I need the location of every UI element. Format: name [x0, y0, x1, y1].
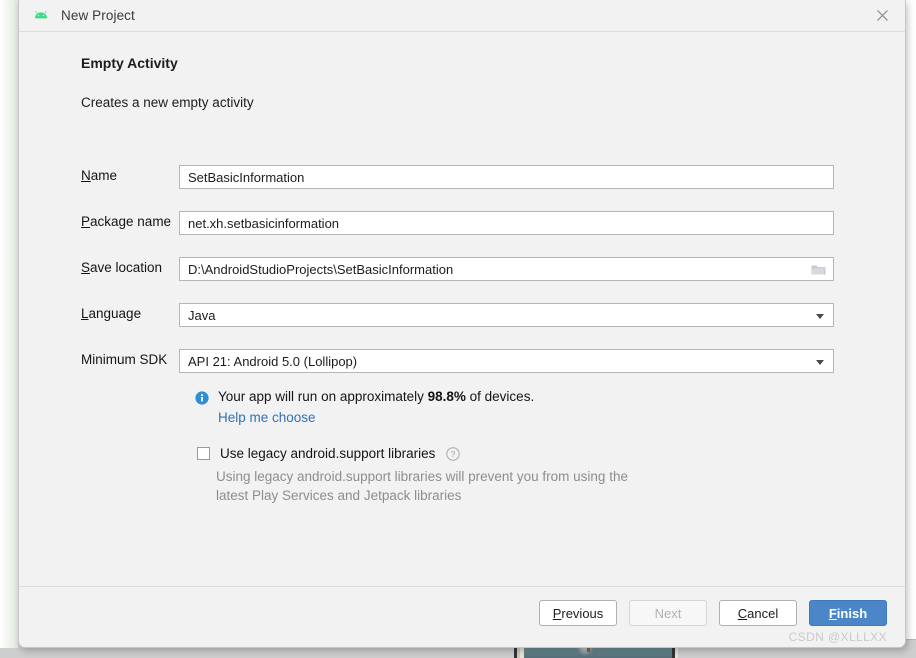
label-minimum-sdk: Minimum SDK	[81, 352, 168, 367]
cancel-button[interactable]: Cancel	[719, 600, 797, 626]
chevron-down-icon	[816, 314, 824, 319]
finish-button-label: inish	[836, 605, 868, 621]
legacy-libraries-row: Use legacy android.support libraries ?	[197, 446, 461, 461]
folder-browse-icon[interactable]	[811, 263, 826, 276]
svg-text:?: ?	[451, 449, 456, 459]
window-left-edge	[0, 0, 18, 648]
label-package-name-rest: ackage name	[90, 214, 172, 229]
previous-button-mnemonic: P	[552, 605, 562, 621]
dialog-footer: Previous Next Cancel Finish CSDN @XLLLXX	[19, 586, 905, 647]
close-icon[interactable]	[860, 0, 905, 30]
package-name-input-value: net.xh.setbasicinformation	[188, 216, 340, 231]
label-language: Language	[81, 306, 141, 321]
label-package-name: Package name	[81, 214, 171, 229]
device-percentage: 98.8%	[427, 389, 466, 404]
device-compatibility-info: Your app will run on approximately 98.8%…	[195, 389, 534, 405]
previous-button[interactable]: Previous	[539, 600, 617, 626]
language-dropdown-value: Java	[188, 308, 216, 323]
page-subtitle: Creates a new empty activity	[81, 95, 254, 110]
label-language-rest: anguage	[88, 306, 142, 321]
use-legacy-libraries-label: Use legacy android.support libraries	[220, 446, 436, 461]
field-row-package-name: Package name net.xh.setbasicinformation	[19, 211, 905, 235]
legacy-libraries-description: Using legacy android.support libraries w…	[216, 469, 628, 503]
dialog-title: New Project	[61, 8, 135, 23]
label-language-mnemonic: L	[81, 306, 89, 321]
finish-button-mnemonic: F	[828, 605, 837, 621]
next-button[interactable]: Next	[629, 600, 707, 626]
label-name-rest: ame	[90, 168, 118, 183]
dialog-titlebar: New Project	[19, 0, 905, 32]
info-icon	[195, 391, 209, 405]
android-robot-icon	[33, 8, 49, 24]
dialog-content: Empty Activity Creates a new empty activ…	[19, 32, 905, 618]
label-save-location: Save location	[81, 260, 162, 275]
device-compatibility-text: Your app will run on approximately 98.8%…	[218, 389, 534, 404]
package-name-input[interactable]: net.xh.setbasicinformation	[179, 211, 834, 235]
label-package-name-mnemonic: P	[81, 214, 91, 229]
field-row-minimum-sdk: Minimum SDK API 21: Android 5.0 (Lollipo…	[19, 349, 905, 373]
save-location-input[interactable]: D:\AndroidStudioProjects\SetBasicInforma…	[179, 257, 834, 281]
field-row-name: Name SetBasicInformation	[19, 165, 905, 189]
use-legacy-libraries-checkbox[interactable]	[197, 447, 210, 460]
question-mark-icon[interactable]: ?	[446, 446, 461, 461]
label-name-mnemonic: N	[81, 168, 91, 183]
save-location-input-value: D:\AndroidStudioProjects\SetBasicInforma…	[188, 262, 454, 277]
device-text-before: Your app will run on approximately	[218, 389, 428, 404]
new-project-dialog: New Project Empty Activity Creates a new…	[18, 0, 906, 648]
next-button-label: Next	[654, 605, 682, 621]
cancel-button-mnemonic: C	[737, 605, 748, 621]
label-name: Name	[81, 168, 117, 183]
finish-button[interactable]: Finish	[809, 600, 887, 626]
minimum-sdk-dropdown[interactable]: API 21: Android 5.0 (Lollipop)	[179, 349, 834, 373]
cancel-button-label: ancel	[747, 605, 779, 621]
name-input-value: SetBasicInformation	[188, 170, 305, 185]
name-input[interactable]: SetBasicInformation	[179, 165, 834, 189]
field-row-save-location: Save location D:\AndroidStudioProjects\S…	[19, 257, 905, 281]
label-save-location-mnemonic: S	[81, 260, 91, 275]
language-dropdown[interactable]: Java	[179, 303, 834, 327]
field-row-language: Language Java	[19, 303, 905, 327]
page-title: Empty Activity	[81, 55, 178, 71]
chevron-down-icon	[816, 360, 824, 365]
watermark: CSDN @XLLLXX	[788, 630, 887, 644]
previous-button-label: revious	[561, 605, 604, 621]
device-text-after: of devices.	[465, 389, 535, 404]
dialog-button-bar: Previous Next Cancel Finish	[539, 600, 887, 626]
help-me-choose-link[interactable]: Help me choose	[218, 410, 316, 425]
minimum-sdk-dropdown-value: API 21: Android 5.0 (Lollipop)	[188, 354, 358, 369]
label-save-location-rest: ave location	[90, 260, 163, 275]
